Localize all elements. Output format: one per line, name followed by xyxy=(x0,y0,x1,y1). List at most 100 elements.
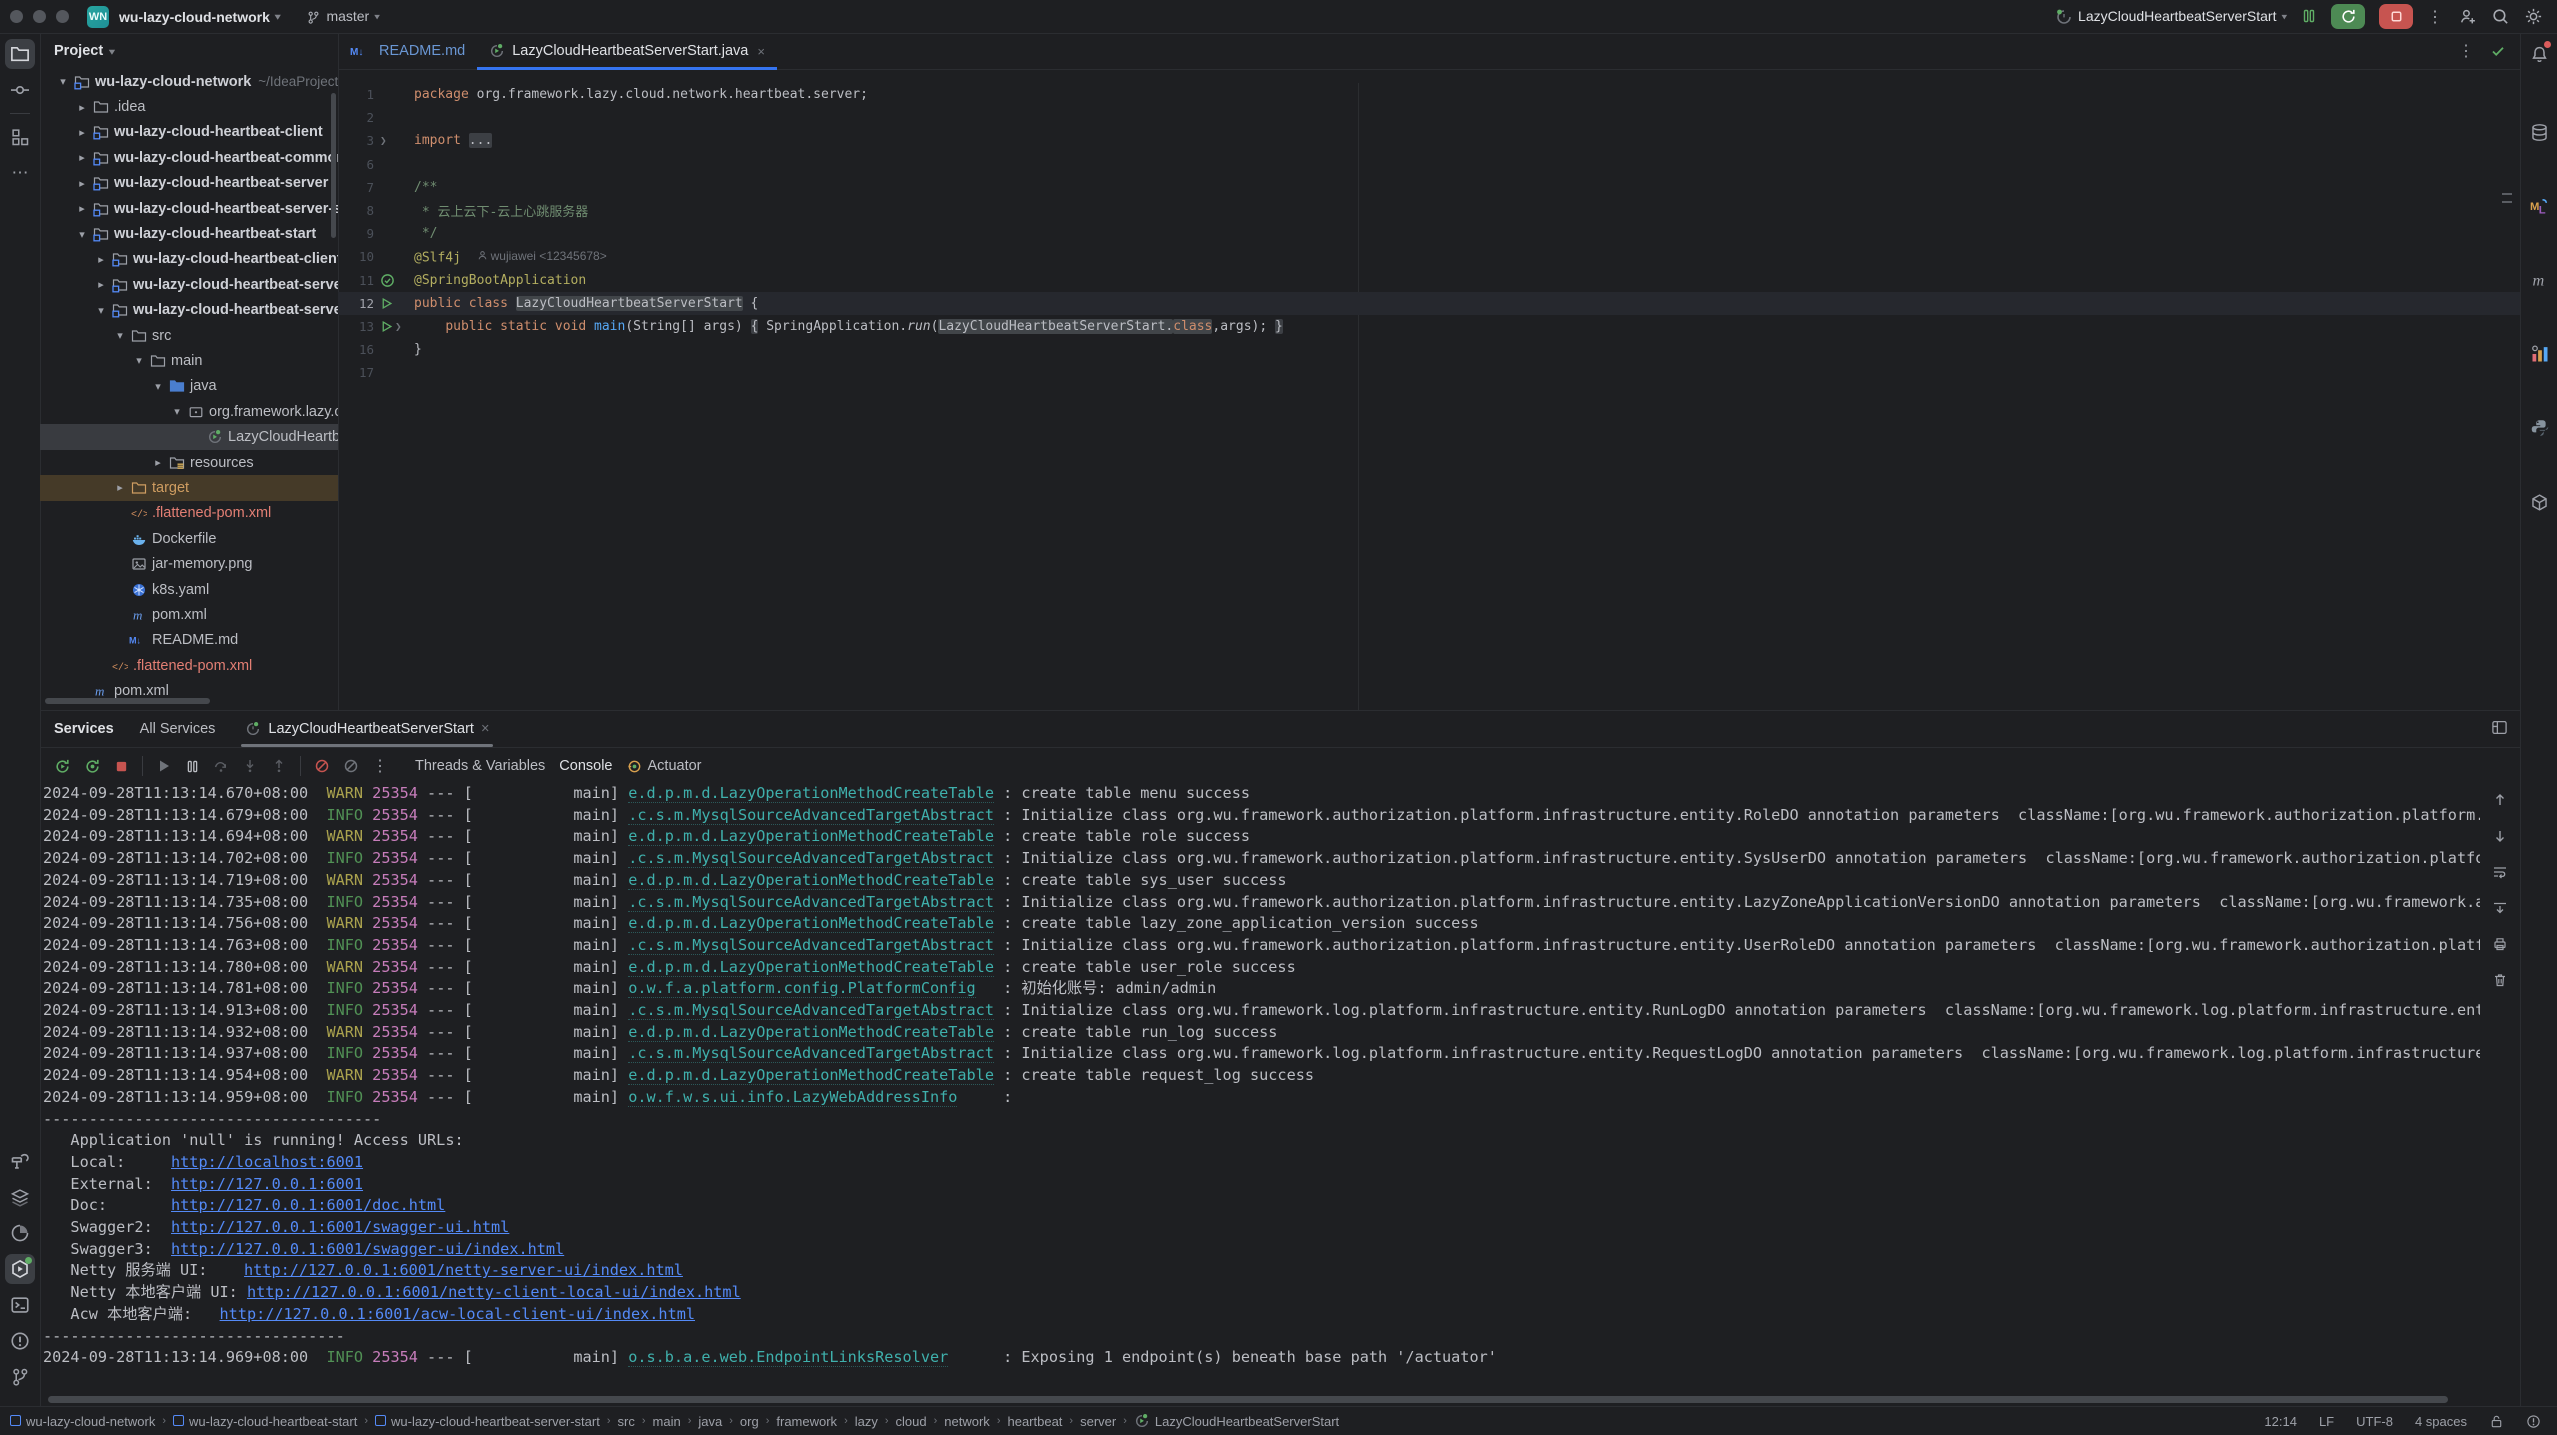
step-over-icon[interactable] xyxy=(213,758,229,774)
logger-link[interactable]: o.w.f.w.s.ui.info.LazyWebAddressInfo xyxy=(628,1088,957,1107)
console-link[interactable]: http://127.0.0.1:6001 xyxy=(171,1175,363,1193)
commit-tool-button[interactable] xyxy=(5,75,35,105)
editor-line[interactable]: 7/** xyxy=(338,176,2520,199)
logger-link[interactable]: e.d.p.m.d.LazyOperationMethodCreateTable xyxy=(628,784,994,803)
window-zoom-button[interactable] xyxy=(56,10,69,23)
stop-icon[interactable] xyxy=(114,758,129,774)
tree-item[interactable]: Dockerfile xyxy=(40,526,338,551)
tree-item[interactable]: ▾org.framework.lazy.cloud.network.heartb… xyxy=(40,399,338,424)
chevron-right-icon[interactable]: ▸ xyxy=(92,278,110,291)
chevron-right-icon[interactable]: ▸ xyxy=(92,253,110,266)
chevron-down-icon[interactable]: ▾ xyxy=(73,228,91,241)
view-tab-console[interactable]: Console xyxy=(559,758,612,774)
rerun-debug-icon[interactable] xyxy=(84,758,101,775)
layout-settings-icon[interactable] xyxy=(2491,719,2508,736)
notifications-bell-icon[interactable] xyxy=(2525,39,2555,69)
window-minimize-button[interactable] xyxy=(33,10,46,23)
breadcrumb-item[interactable]: lazy xyxy=(855,1414,878,1429)
python-plugin-icon[interactable] xyxy=(2525,413,2555,443)
run-configuration-selector[interactable]: LazyCloudHeartbeatServerStart ▾ xyxy=(2055,7,2287,25)
logger-link[interactable]: .c.s.m.MysqlSourceAdvancedTargetAbstract xyxy=(628,893,994,912)
chevron-right-icon[interactable]: ▸ xyxy=(111,481,129,494)
print-icon[interactable] xyxy=(2492,935,2508,953)
editor-line[interactable]: 11@SpringBootApplication xyxy=(338,269,2520,292)
tree-item[interactable]: ▾wu-lazy-cloud-heartbeat-server-start xyxy=(40,298,338,323)
editor-line[interactable]: 8 * 云上云下-云上心跳服务器 xyxy=(338,199,2520,222)
services-panel-title[interactable]: Services xyxy=(54,721,114,737)
build-tool-button[interactable] xyxy=(5,1146,35,1176)
resume-icon[interactable] xyxy=(156,758,172,774)
logger-link[interactable]: .c.s.m.MysqlSourceAdvancedTargetAbstract xyxy=(628,1044,994,1063)
logger-link[interactable]: o.s.b.a.e.web.EndpointLinksResolver xyxy=(628,1348,948,1367)
fold-icon[interactable]: ❯ xyxy=(380,134,387,147)
view-tab-threads-variables[interactable]: Threads & Variables xyxy=(415,758,545,774)
settings-gear-icon[interactable] xyxy=(2524,7,2543,26)
tree-item[interactable]: ▾src xyxy=(40,323,338,348)
step-into-icon[interactable] xyxy=(242,758,258,774)
maven-tool-icon[interactable]: m xyxy=(2525,265,2555,295)
editor-line[interactable]: 1package org.framework.lazy.cloud.networ… xyxy=(338,83,2520,106)
window-close-button[interactable] xyxy=(10,10,23,23)
tree-item[interactable]: ▸wu-lazy-cloud-heartbeat-client-start xyxy=(40,247,338,272)
step-out-icon[interactable] xyxy=(271,758,287,774)
breadcrumb-item[interactable]: network xyxy=(944,1414,990,1429)
search-everywhere-icon[interactable] xyxy=(2491,7,2510,26)
session-tab[interactable]: LazyCloudHeartbeatServerStart × xyxy=(241,711,493,747)
spring-run-gutter-icon[interactable] xyxy=(380,273,395,288)
chevron-right-icon[interactable]: ▸ xyxy=(73,151,91,164)
editor-tab[interactable]: M↓README.md xyxy=(338,33,477,69)
tree-item[interactable]: ▸resources xyxy=(40,450,338,475)
editor-line[interactable]: 10@Slf4j wujiawei <12345678> xyxy=(338,245,2520,268)
dependencies-tool-icon[interactable] xyxy=(2525,487,2555,517)
tree-item[interactable]: mpom.xml xyxy=(40,602,338,627)
tree-item[interactable]: M↓README.md xyxy=(40,628,338,653)
inspection-profile-icon[interactable] xyxy=(2526,1413,2541,1429)
logger-link[interactable]: e.d.p.m.d.LazyOperationMethodCreateTable xyxy=(628,914,994,933)
chevron-down-icon[interactable]: ▾ xyxy=(130,354,148,367)
project-switcher[interactable]: wu-lazy-cloud-network ▾ xyxy=(119,9,280,25)
logger-link[interactable]: e.d.p.m.d.LazyOperationMethodCreateTable xyxy=(628,871,994,890)
breadcrumb-item[interactable]: wu-lazy-cloud-network xyxy=(10,1414,155,1429)
logger-link[interactable]: .c.s.m.MysqlSourceAdvancedTargetAbstract xyxy=(628,849,994,868)
problems-tool-button[interactable] xyxy=(5,1326,35,1356)
terminal-tool-button[interactable] xyxy=(5,1290,35,1320)
editor-line[interactable]: 9 */ xyxy=(338,222,2520,245)
structure-tool-button[interactable] xyxy=(5,122,35,152)
tree-item[interactable]: ▾wu-lazy-cloud-heartbeat-start xyxy=(40,221,338,246)
logger-link[interactable]: e.d.p.m.d.LazyOperationMethodCreateTable xyxy=(628,1066,994,1085)
services-tool-button[interactable] xyxy=(5,1254,35,1284)
rerun-button[interactable] xyxy=(2331,4,2365,29)
close-icon[interactable]: × xyxy=(757,44,765,59)
logger-link[interactable]: .c.s.m.MysqlSourceAdvancedTargetAbstract xyxy=(628,1001,994,1020)
uml-plugin-icon[interactable]: ML xyxy=(2525,191,2555,221)
close-icon[interactable]: × xyxy=(481,721,489,737)
breadcrumb-item[interactable]: LazyCloudHeartbeatServerStart xyxy=(1134,1413,1339,1430)
editor-line[interactable]: 3❯import ... xyxy=(338,129,2520,152)
chevron-down-icon[interactable]: ▾ xyxy=(149,380,167,393)
breadcrumb-item[interactable]: framework xyxy=(776,1414,837,1429)
logger-link[interactable]: e.d.p.m.d.LazyOperationMethodCreateTable xyxy=(628,958,994,977)
tree-item[interactable]: LazyCloudHeartbeatServerStart xyxy=(40,424,338,449)
editor-line[interactable]: 13❯ public static void main(String[] arg… xyxy=(338,315,2520,338)
console-link[interactable]: http://127.0.0.1:6001/swagger-ui.html xyxy=(171,1218,509,1236)
breadcrumb-item[interactable]: java xyxy=(698,1414,722,1429)
tree-item[interactable]: </>.flattened-pom.xml xyxy=(40,501,338,526)
console-link[interactable]: http://127.0.0.1:6001/acw-local-client-u… xyxy=(220,1305,695,1323)
clear-console-icon[interactable] xyxy=(2492,971,2508,989)
view-breakpoints-icon[interactable] xyxy=(343,758,359,774)
breadcrumb-item[interactable]: wu-lazy-cloud-heartbeat-start xyxy=(173,1414,357,1429)
console-link[interactable]: http://127.0.0.1:6001/netty-client-local… xyxy=(247,1283,741,1301)
breadcrumb-item[interactable]: main xyxy=(653,1414,681,1429)
database-tool-icon[interactable] xyxy=(2525,117,2555,147)
console-link[interactable]: http://127.0.0.1:6001/netty-server-ui/in… xyxy=(244,1261,683,1279)
tree-item[interactable]: ▸wu-lazy-cloud-heartbeat-server-start xyxy=(40,196,338,221)
code-with-me-icon[interactable] xyxy=(2458,7,2477,26)
project-panel-title[interactable]: Project xyxy=(54,43,103,59)
stop-button[interactable] xyxy=(2379,4,2413,29)
lock-icon[interactable] xyxy=(2489,1413,2504,1429)
services-layers-button[interactable] xyxy=(5,1182,35,1212)
more-tools-button[interactable]: ⋯ xyxy=(5,158,35,188)
breadcrumb-item[interactable]: server xyxy=(1080,1414,1116,1429)
soft-wrap-icon[interactable] xyxy=(2492,863,2508,881)
view-tab-actuator[interactable]: Actuator xyxy=(627,758,702,774)
